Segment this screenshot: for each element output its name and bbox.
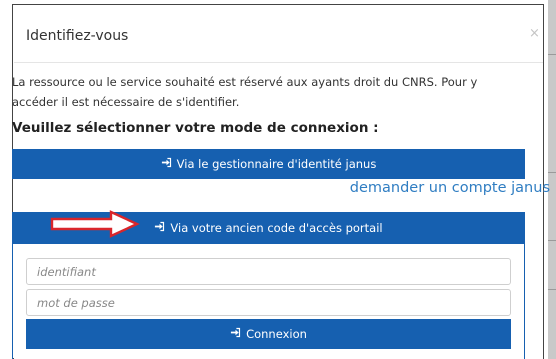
red-arrow-annotation	[50, 210, 140, 238]
sign-in-icon	[230, 327, 241, 341]
modal-header: Identifiez-vous ×	[14, 6, 543, 63]
identifiant-input[interactable]: identifiant	[26, 258, 511, 285]
intro-line-1: La ressource ou le service souhaité est …	[12, 75, 478, 89]
password-input[interactable]: mot de passe	[26, 289, 511, 316]
janus-login-label: Via le gestionnaire d'identité janus	[176, 157, 377, 171]
connexion-button[interactable]: Connexion	[26, 319, 511, 349]
request-janus-account-link[interactable]: demander un compte janus	[350, 180, 550, 196]
intro-text: La ressource ou le service souhaité est …	[12, 72, 517, 112]
screenshot-frame: Identifiez-vous × La ressource ou le ser…	[0, 0, 556, 359]
sign-in-icon	[161, 157, 172, 171]
portal-login-label: Via votre ancien code d'accès portail	[170, 221, 383, 235]
close-button[interactable]: ×	[529, 26, 540, 41]
connection-mode-prompt: Veuillez sélectionner votre mode de conn…	[12, 120, 379, 136]
modal-title: Identifiez-vous	[26, 28, 129, 44]
sign-in-icon	[154, 221, 165, 235]
janus-login-button[interactable]: Via le gestionnaire d'identité janus	[12, 149, 525, 179]
connexion-label: Connexion	[246, 327, 307, 341]
intro-line-2: accéder il est nécessaire de s'identifie…	[12, 95, 240, 109]
